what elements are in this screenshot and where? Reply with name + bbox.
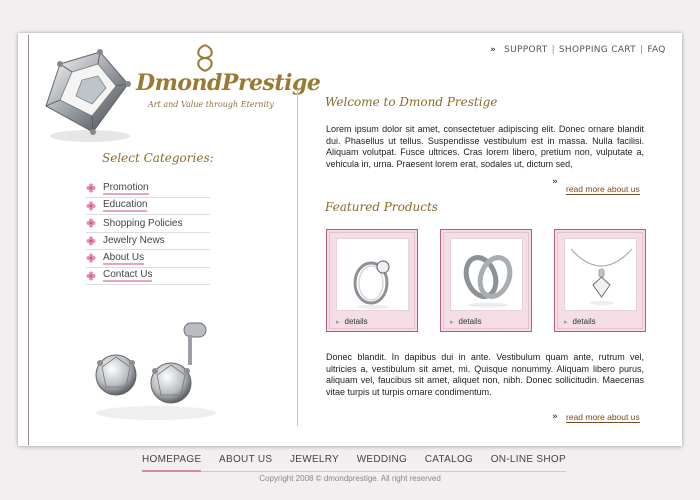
top-links: » SUPPORT | SHOPPING CART | FAQ — [490, 45, 666, 55]
earrings-image — [95, 322, 216, 420]
product-card[interactable]: details — [554, 229, 646, 332]
nav-online-shop[interactable]: ON-LINE SHOP — [491, 454, 566, 468]
category-item-education[interactable]: Education — [86, 198, 210, 215]
left-rule — [28, 35, 29, 445]
separator: | — [639, 45, 644, 55]
logo-emblem-icon — [197, 44, 213, 72]
flower-icon — [86, 236, 96, 246]
pendant-icon — [570, 248, 633, 305]
flower-icon — [86, 201, 96, 211]
flower-icon — [86, 218, 96, 228]
category-label: Shopping Policies — [103, 217, 183, 229]
product-image — [450, 238, 523, 311]
flower-icon — [86, 271, 96, 281]
arrow-icon: » — [552, 177, 558, 187]
nav-catalog[interactable]: CATALOG — [425, 454, 473, 468]
category-item-promotion[interactable]: Promotion — [86, 180, 210, 198]
nav-jewelry[interactable]: JEWELRY — [290, 454, 339, 468]
category-label: About Us — [103, 251, 145, 265]
ring-icon — [353, 260, 390, 309]
read-more-link[interactable]: read more about us — [566, 184, 640, 195]
details-link[interactable]: details — [564, 317, 596, 326]
logo-tagline: Art and Value through Eternity — [148, 100, 274, 109]
arrow-icon: » — [552, 412, 558, 422]
nav-about-us[interactable]: ABOUT US — [219, 454, 272, 468]
categories-title: Select Categories: — [102, 151, 214, 165]
category-list: Promotion Education Shopping Policies Je… — [86, 180, 210, 285]
category-label: Contact Us — [103, 269, 153, 283]
about-text: Donec blandit. In dapibus dui in ante. V… — [326, 352, 644, 397]
product-image — [336, 238, 409, 311]
separator: | — [551, 45, 555, 55]
footer-nav: HOMEPAGE ABOUT US JEWELRY WEDDING CATALO… — [142, 454, 566, 472]
category-label: Jewelry News — [103, 235, 165, 247]
flower-icon — [86, 253, 96, 263]
logo-brand[interactable]: DmondPrestige — [136, 70, 321, 96]
category-item-jewelry-news[interactable]: Jewelry News — [86, 233, 210, 250]
welcome-text: Lorem ipsum dolor sit amet, consectetuer… — [326, 124, 644, 169]
category-item-shopping-policies[interactable]: Shopping Policies — [86, 215, 210, 233]
category-item-contact-us[interactable]: Contact Us — [86, 268, 210, 285]
featured-heading: Featured Products — [325, 200, 438, 214]
nav-wedding[interactable]: WEDDING — [357, 454, 407, 468]
category-label: Promotion — [103, 181, 149, 195]
shopping-cart-link[interactable]: SHOPPING CART — [559, 45, 636, 55]
arrow-icon: » — [490, 45, 497, 55]
welcome-heading: Welcome to Dmond Prestige — [325, 95, 498, 109]
diamond-image — [45, 49, 131, 142]
category-label: Education — [103, 199, 148, 213]
product-card[interactable]: details — [440, 229, 532, 332]
interlocking-rings-icon — [463, 255, 513, 308]
category-item-about-us[interactable]: About Us — [86, 250, 210, 268]
details-link[interactable]: details — [336, 317, 368, 326]
read-more-link[interactable]: read more about us — [566, 412, 640, 423]
product-card[interactable]: details — [326, 229, 418, 332]
copyright-text: Copyright 2008 © dmondprestige. All righ… — [259, 474, 441, 483]
faq-link[interactable]: FAQ — [647, 45, 665, 55]
support-link[interactable]: SUPPORT — [504, 45, 547, 55]
nav-homepage[interactable]: HOMEPAGE — [142, 454, 202, 472]
column-divider — [297, 89, 298, 426]
details-link[interactable]: details — [450, 317, 482, 326]
flower-icon — [86, 183, 96, 193]
product-image — [564, 238, 637, 311]
